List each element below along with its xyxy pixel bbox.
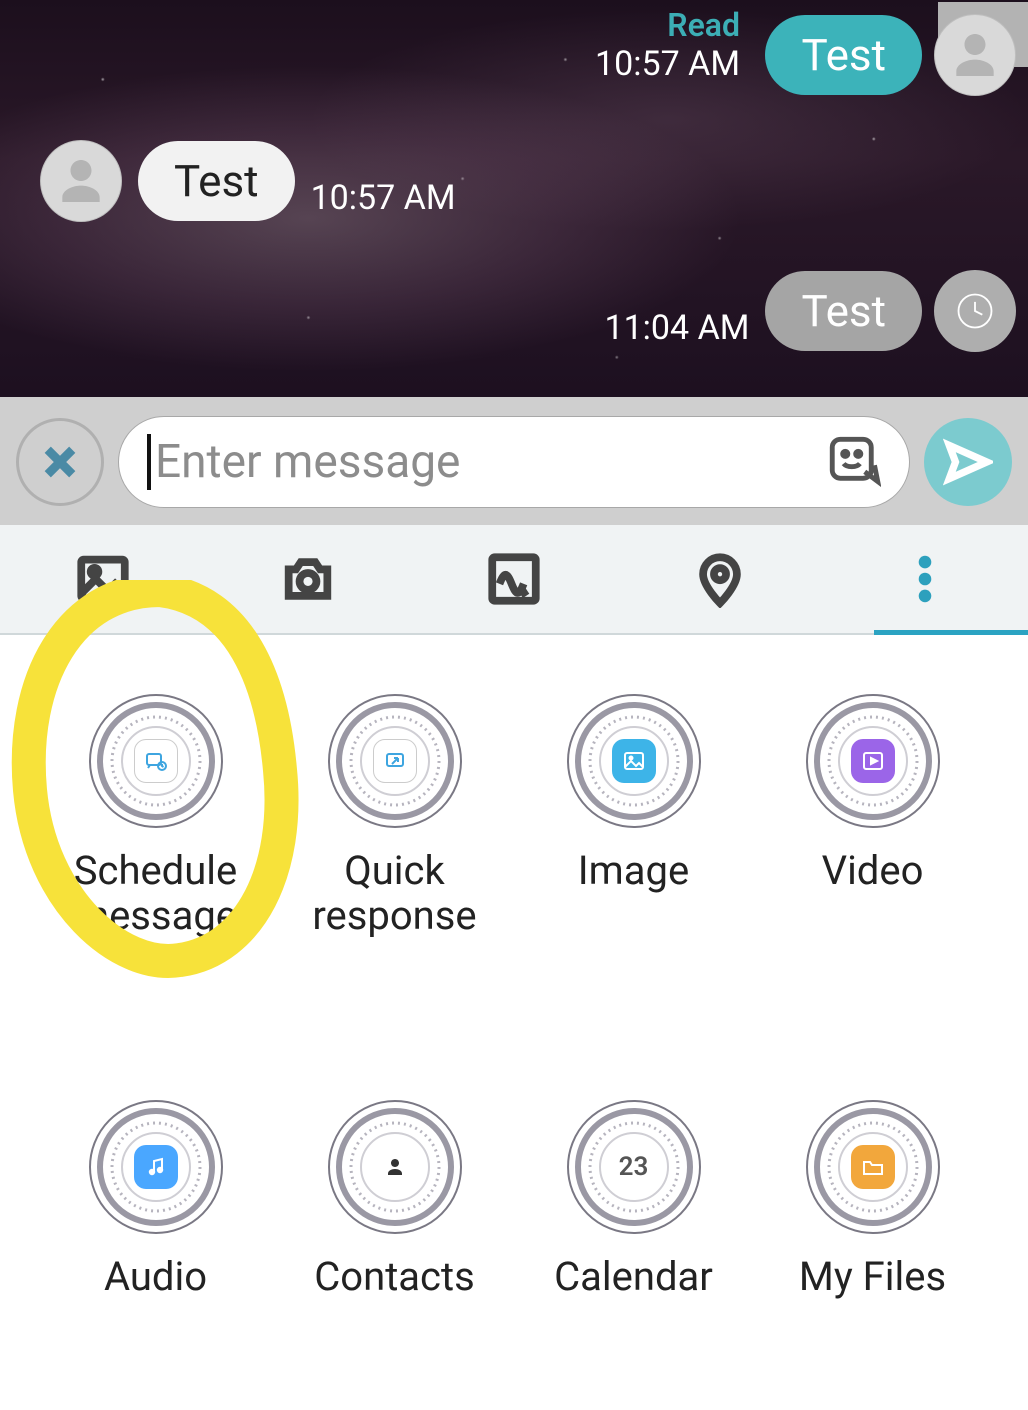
tab-camera[interactable] [206,525,412,633]
message-out2[interactable]: 11:04 AM Test [604,270,1016,352]
attach-schedule-message[interactable]: Schedule message [36,691,275,1049]
image-icon [612,739,656,783]
tab-handwriting[interactable] [411,525,617,633]
attach-label: Quick response [275,849,514,939]
sticker-icon[interactable] [829,436,881,488]
message-out1-meta: Read 10:57 AM [595,6,740,84]
clock-icon[interactable] [934,270,1016,352]
read-status: Read [595,6,740,44]
attach-quick-response[interactable]: Quick response [275,691,514,1049]
attachment-grid: Schedule message Quick response [0,635,1028,1410]
attach-audio[interactable]: Audio [36,1097,275,1410]
text-cursor [147,434,151,490]
video-icon [851,739,895,783]
tab-more[interactable] [822,525,1028,633]
schedule-message-icon [134,739,178,783]
tab-gallery[interactable] [0,525,206,633]
message-out1-time: 10:57 AM [595,44,740,84]
attach-calendar[interactable]: 23 Calendar [514,1097,753,1410]
avatar-self-icon[interactable] [934,14,1016,96]
attach-label: Contacts [314,1255,474,1300]
message-out1-bubble[interactable]: Test [765,15,922,95]
attach-label: Video [822,849,924,894]
close-attachment-button[interactable] [16,418,104,506]
quick-response-icon [373,739,417,783]
message-in1-bubble[interactable]: Test [138,141,295,221]
contacts-icon [373,1145,417,1189]
message-out2-time: 11:04 AM [604,308,749,352]
chat-area: Read 10:57 AM Test Test 10:57 AM 11:04 A… [0,0,1028,397]
audio-icon [134,1145,178,1189]
attach-label: Audio [104,1255,207,1300]
attach-label: Schedule message [36,849,275,939]
tab-active-underline [874,630,1028,635]
message-in1-time: 10:57 AM [311,178,456,222]
attach-contacts[interactable]: Contacts [275,1097,514,1410]
attach-label: Calendar [554,1255,713,1300]
send-button[interactable] [924,418,1012,506]
message-input-placeholder: Enter message [155,435,829,489]
attach-video[interactable]: Video [753,691,992,1049]
calendar-icon: 23 [612,1145,656,1189]
avatar-contact-icon[interactable] [40,140,122,222]
message-out1[interactable]: Test [765,14,1016,96]
message-input[interactable]: Enter message [118,416,910,508]
my-files-icon [851,1145,895,1189]
compose-bar: Enter message [0,397,1028,525]
attach-label: My Files [799,1255,946,1300]
attach-label: Image [578,849,689,894]
attachment-tabs [0,525,1028,635]
attach-image[interactable]: Image [514,691,753,1049]
tab-location[interactable] [617,525,823,633]
attach-my-files[interactable]: My Files [753,1097,992,1410]
message-in1[interactable]: Test 10:57 AM [40,140,456,222]
message-out2-bubble[interactable]: Test [765,271,922,351]
